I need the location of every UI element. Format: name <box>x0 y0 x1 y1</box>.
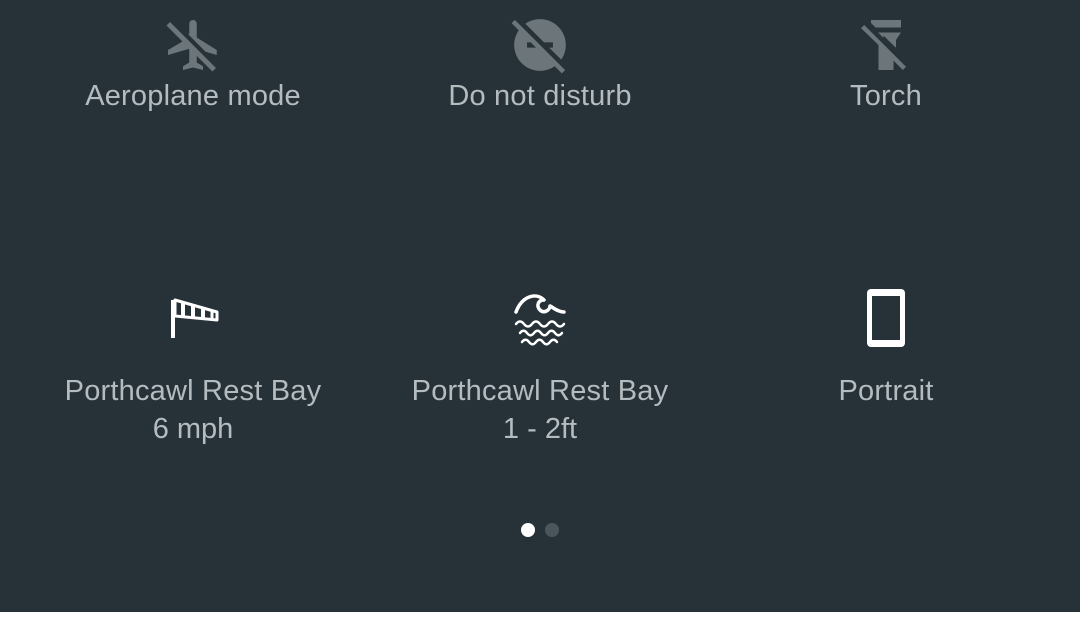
tile-sublabel: 1 - 2ft <box>502 413 578 445</box>
tile-label: Portrait <box>838 375 934 407</box>
tile-torch[interactable]: Torch <box>713 13 1059 115</box>
tile-auto-rotate[interactable]: Portrait <box>713 286 1059 410</box>
tile-sublabel: 6 mph <box>152 413 234 445</box>
tile-wind-porthcawl[interactable]: Porthcawl Rest Bay 6 mph <box>20 286 366 448</box>
flashlight-off-icon <box>854 13 918 77</box>
quick-settings-panel: Aeroplane mode Do not disturb Torch Port… <box>0 0 1080 612</box>
wave-icon <box>508 286 572 350</box>
tile-label: Do not disturb <box>448 80 632 112</box>
tile-label: Aeroplane mode <box>85 80 301 112</box>
page-dot-2[interactable] <box>545 523 559 537</box>
tile-do-not-disturb[interactable]: Do not disturb <box>367 13 713 115</box>
windsock-icon <box>161 286 225 350</box>
page-indicator <box>0 523 1080 537</box>
tile-label: Torch <box>850 80 922 112</box>
phone-portrait-icon <box>854 286 918 350</box>
page-dot-1[interactable] <box>521 523 535 537</box>
panel-bottom-edge <box>0 612 1080 617</box>
airplane-off-icon <box>161 13 225 77</box>
do-not-disturb-off-icon <box>508 13 572 77</box>
tile-surf-porthcawl[interactable]: Porthcawl Rest Bay 1 - 2ft <box>367 286 713 448</box>
tile-label: Porthcawl Rest Bay <box>411 375 669 407</box>
tile-aeroplane-mode[interactable]: Aeroplane mode <box>20 13 366 115</box>
tile-label: Porthcawl Rest Bay <box>64 375 322 407</box>
